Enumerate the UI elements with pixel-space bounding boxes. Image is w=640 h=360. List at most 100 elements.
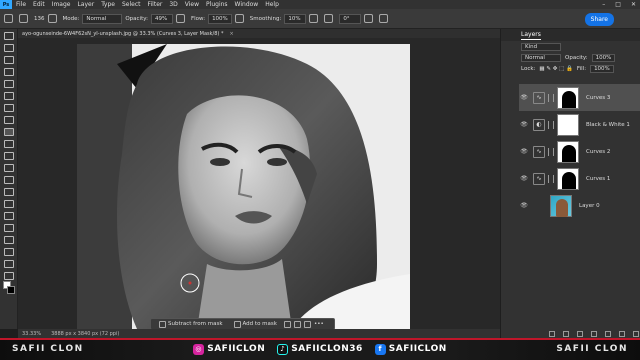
invert-mask-icon[interactable] bbox=[293, 320, 301, 328]
angle-field[interactable]: 0° bbox=[339, 13, 362, 24]
layer-name[interactable]: Curves 1 bbox=[586, 176, 610, 182]
minimize-button[interactable]: – bbox=[602, 0, 605, 9]
menu-edit[interactable]: Edit bbox=[33, 1, 45, 8]
mode-select[interactable]: Normal bbox=[82, 13, 123, 24]
lock-icons[interactable]: ▦ ✎ ✥ ⬚ 🔒 bbox=[539, 66, 572, 72]
add-to-mask-button[interactable]: Add to mask bbox=[230, 320, 281, 328]
menu-3d[interactable]: 3D bbox=[169, 1, 177, 8]
eraser-tool-icon[interactable] bbox=[3, 164, 14, 172]
layer-row-black-white-1[interactable]: 👁 ◐ Black & White 1 bbox=[519, 111, 640, 138]
hand-tool-icon[interactable] bbox=[3, 260, 14, 268]
blur-tool-icon[interactable] bbox=[3, 188, 14, 196]
fill-field[interactable]: 100% bbox=[590, 64, 614, 73]
menu-plugins[interactable]: Plugins bbox=[206, 1, 228, 8]
brush-tool-icon[interactable] bbox=[19, 14, 28, 23]
link-layers-icon[interactable] bbox=[549, 330, 555, 337]
curves-adjustment-icon[interactable]: ∿ bbox=[533, 172, 545, 185]
dodge-tool-icon[interactable] bbox=[3, 200, 14, 208]
menu-help[interactable]: Help bbox=[265, 1, 279, 8]
new-adjustment-icon[interactable] bbox=[591, 330, 597, 337]
brush-size[interactable]: 136 bbox=[34, 16, 45, 22]
move-tool-icon[interactable] bbox=[3, 32, 14, 40]
menu-type[interactable]: Type bbox=[101, 1, 115, 8]
share-button[interactable]: Share bbox=[584, 13, 614, 26]
mask-options-icon[interactable] bbox=[283, 320, 291, 328]
subtract-from-mask-button[interactable]: Subtract from mask bbox=[155, 320, 227, 328]
crop-tool-icon[interactable] bbox=[3, 80, 14, 88]
blend-mode-select[interactable]: Normal bbox=[521, 53, 561, 62]
mask-link-icon[interactable] bbox=[548, 174, 554, 183]
black-white-adjustment-icon[interactable]: ◐ bbox=[533, 118, 545, 131]
mask-link-icon[interactable] bbox=[548, 147, 554, 156]
menu-layer[interactable]: Layer bbox=[77, 1, 94, 8]
layer-row-curves-2[interactable]: 👁 ∿ Curves 2 bbox=[519, 138, 640, 165]
smoothing-field[interactable]: 10% bbox=[284, 13, 307, 24]
mask-link-icon[interactable] bbox=[548, 120, 554, 129]
layer-mask-thumbnail[interactable] bbox=[557, 86, 579, 109]
brush-settings-icon[interactable] bbox=[47, 14, 57, 23]
quick-select-tool-icon[interactable] bbox=[3, 68, 14, 76]
delete-layer-icon[interactable] bbox=[633, 330, 639, 337]
pressure-size-icon[interactable] bbox=[364, 14, 374, 23]
layer-mask-thumbnail[interactable] bbox=[557, 167, 579, 190]
visibility-eye-icon[interactable]: 👁 bbox=[519, 175, 529, 182]
layer-thumbnail[interactable] bbox=[550, 194, 572, 217]
pen-tool-icon[interactable] bbox=[3, 212, 14, 220]
background-color-swatch[interactable] bbox=[7, 286, 15, 294]
mask-link-icon[interactable] bbox=[548, 93, 554, 102]
layer-mask-thumbnail[interactable] bbox=[557, 113, 579, 136]
home-icon[interactable] bbox=[4, 14, 13, 23]
menu-image[interactable]: Image bbox=[52, 1, 71, 8]
menu-view[interactable]: View bbox=[185, 1, 199, 8]
shape-tool-icon[interactable] bbox=[3, 248, 14, 256]
zoom-tool-icon[interactable] bbox=[3, 272, 14, 280]
add-mask-icon[interactable] bbox=[577, 330, 583, 337]
marquee-tool-icon[interactable] bbox=[3, 44, 14, 52]
close-tab-icon[interactable]: × bbox=[229, 31, 233, 37]
visibility-eye-icon[interactable]: 👁 bbox=[519, 121, 529, 128]
canvas-area[interactable] bbox=[18, 38, 500, 329]
healing-tool-icon[interactable] bbox=[3, 116, 14, 124]
new-layer-icon[interactable] bbox=[619, 330, 625, 337]
fill-mask-icon[interactable] bbox=[303, 320, 311, 328]
curves-adjustment-icon[interactable]: ∿ bbox=[533, 145, 545, 158]
airbrush-icon[interactable] bbox=[234, 14, 244, 23]
brush-tool-icon-active[interactable] bbox=[3, 128, 14, 136]
clone-stamp-tool-icon[interactable] bbox=[3, 140, 14, 148]
visibility-eye-icon[interactable]: 👁 bbox=[519, 148, 529, 155]
lasso-tool-icon[interactable] bbox=[3, 56, 14, 64]
layer-row-layer-0[interactable]: 👁 Layer 0 bbox=[519, 192, 640, 219]
gradient-tool-icon[interactable] bbox=[3, 176, 14, 184]
smoothing-settings-icon[interactable] bbox=[309, 14, 319, 23]
photoshop-logo[interactable]: Ps bbox=[0, 0, 12, 9]
maximize-button[interactable]: □ bbox=[615, 0, 621, 9]
document-tab[interactable]: ayo-ogunseinde-6W4F62sN_yI-unsplash.jpg … bbox=[18, 29, 500, 38]
layers-tab[interactable]: Layers bbox=[501, 29, 640, 41]
pressure-opacity-icon[interactable] bbox=[175, 14, 185, 23]
layer-mask-thumbnail[interactable] bbox=[557, 140, 579, 163]
layer-row-curves-3[interactable]: 👁 ∿ Curves 3 bbox=[519, 84, 640, 111]
visibility-eye-icon[interactable]: 👁 bbox=[519, 202, 529, 209]
menu-filter[interactable]: Filter bbox=[148, 1, 163, 8]
menu-select[interactable]: Select bbox=[122, 1, 141, 8]
kind-filter-select[interactable]: Kind bbox=[521, 42, 561, 51]
close-window-button[interactable]: ✕ bbox=[631, 0, 636, 9]
flow-field[interactable]: 100% bbox=[208, 13, 232, 24]
frame-tool-icon[interactable] bbox=[3, 92, 14, 100]
menu-window[interactable]: Window bbox=[235, 1, 259, 8]
layer-row-curves-1[interactable]: 👁 ∿ Curves 1 bbox=[519, 165, 640, 192]
menu-file[interactable]: File bbox=[16, 1, 26, 8]
layer-opacity-field[interactable]: 100% bbox=[591, 53, 616, 62]
type-tool-icon[interactable] bbox=[3, 224, 14, 232]
more-options-button[interactable]: ••• bbox=[314, 321, 324, 327]
visibility-eye-icon[interactable]: 👁 bbox=[519, 94, 529, 101]
layer-name[interactable]: Black & White 1 bbox=[586, 122, 630, 128]
layer-name[interactable]: Curves 2 bbox=[586, 149, 610, 155]
symmetry-icon[interactable] bbox=[379, 14, 389, 23]
path-select-tool-icon[interactable] bbox=[3, 236, 14, 244]
zoom-level[interactable]: 33.33% bbox=[22, 331, 41, 337]
document-canvas[interactable] bbox=[77, 44, 410, 329]
curves-adjustment-icon[interactable]: ∿ bbox=[533, 91, 545, 104]
layer-style-icon[interactable] bbox=[563, 330, 569, 337]
layer-name[interactable]: Curves 3 bbox=[586, 95, 610, 101]
